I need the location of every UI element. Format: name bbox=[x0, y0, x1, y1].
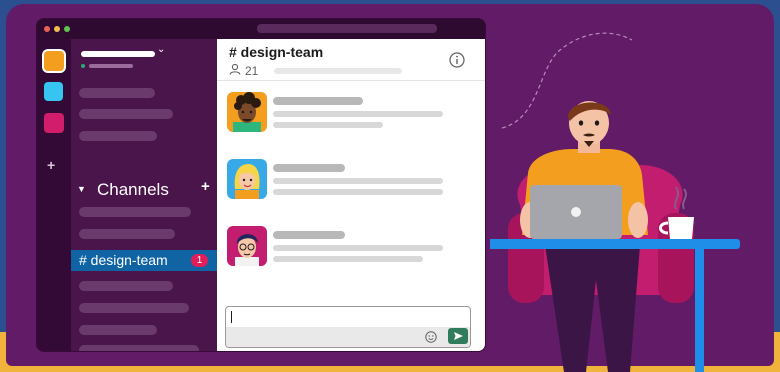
text-cursor bbox=[231, 311, 232, 323]
channel-item[interactable] bbox=[79, 229, 175, 239]
workspace-name[interactable] bbox=[81, 51, 155, 57]
avatar[interactable] bbox=[227, 159, 267, 199]
info-icon[interactable] bbox=[449, 52, 465, 68]
message-text bbox=[273, 178, 443, 184]
search-bar[interactable] bbox=[257, 24, 437, 33]
caret-down-icon[interactable]: ▼ bbox=[77, 184, 86, 194]
message-text bbox=[273, 122, 383, 128]
laptop bbox=[530, 185, 622, 239]
member-count[interactable]: 21 bbox=[245, 64, 258, 78]
close-window-dot[interactable] bbox=[44, 26, 50, 32]
workspace-pink-icon[interactable] bbox=[44, 113, 64, 133]
send-icon bbox=[454, 332, 463, 340]
sidebar-item[interactable] bbox=[79, 88, 155, 98]
message-text bbox=[273, 256, 423, 262]
header-divider bbox=[217, 80, 485, 81]
workspace-blue-icon[interactable] bbox=[44, 82, 63, 101]
members-icon[interactable] bbox=[229, 63, 241, 75]
avatar[interactable] bbox=[227, 92, 267, 132]
message-author[interactable] bbox=[273, 164, 345, 172]
unread-badge: 1 bbox=[191, 254, 208, 267]
channel-item[interactable] bbox=[79, 303, 189, 313]
sidebar-item[interactable] bbox=[79, 131, 157, 141]
avatar[interactable] bbox=[227, 226, 267, 266]
message-composer[interactable] bbox=[225, 306, 471, 348]
channel-item[interactable] bbox=[79, 345, 199, 351]
add-workspace-button[interactable]: + bbox=[47, 157, 55, 173]
chevron-down-icon[interactable]: ⌄ bbox=[157, 44, 165, 55]
channel-topic[interactable] bbox=[274, 68, 402, 74]
channel-item[interactable] bbox=[79, 207, 191, 217]
sidebar-item[interactable] bbox=[79, 109, 173, 119]
workspace-orange-icon[interactable] bbox=[44, 51, 64, 71]
message-text bbox=[273, 189, 443, 195]
user-status bbox=[89, 64, 133, 68]
channel-sidebar: ⌄ ▼ Channels + # design-team 1 bbox=[71, 39, 244, 351]
maximize-window-dot[interactable] bbox=[64, 26, 70, 32]
channel-item[interactable] bbox=[79, 281, 173, 291]
window-titlebar bbox=[37, 19, 485, 39]
message-text bbox=[273, 111, 443, 117]
send-button[interactable] bbox=[448, 328, 468, 344]
avatar-blonde-icon bbox=[234, 164, 260, 199]
channels-section-label[interactable]: Channels bbox=[97, 180, 169, 200]
message-author[interactable] bbox=[273, 231, 345, 239]
avatar-dark-hair-glasses-icon bbox=[235, 234, 259, 266]
minimize-window-dot[interactable] bbox=[54, 26, 60, 32]
channel-title: # design-team bbox=[229, 44, 324, 60]
channel-item[interactable] bbox=[79, 325, 157, 335]
add-channel-button[interactable]: + bbox=[201, 178, 210, 195]
channel-main: # design-team 21 bbox=[217, 39, 485, 351]
message-text bbox=[273, 245, 443, 251]
person-at-desk-illustration bbox=[490, 101, 740, 372]
avatar-curly-hair-icon bbox=[233, 92, 261, 132]
presence-dot bbox=[81, 64, 85, 68]
workspace-rail: + bbox=[37, 39, 71, 351]
slack-window: + ⌄ ▼ Channels + # design-team 1 # desig… bbox=[37, 19, 485, 351]
active-channel-label: # design-team bbox=[79, 252, 168, 268]
message-author[interactable] bbox=[273, 97, 363, 105]
emoji-icon[interactable] bbox=[425, 331, 437, 343]
channel-item-design-team[interactable]: # design-team 1 bbox=[71, 250, 217, 271]
